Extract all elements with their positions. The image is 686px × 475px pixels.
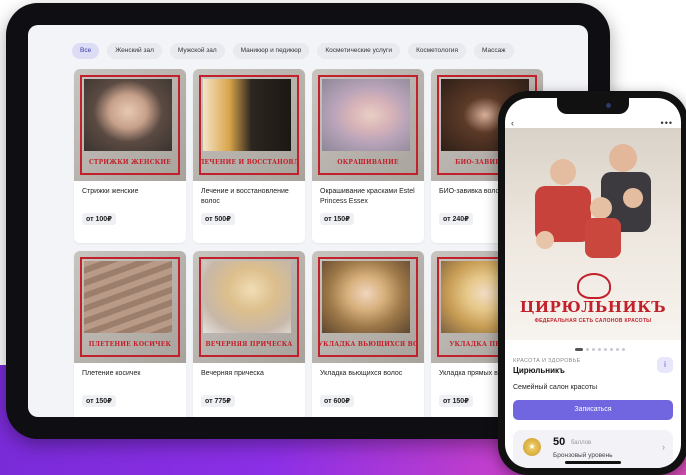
braiding-photo (84, 261, 172, 333)
service-ribbon: ЛЕЧЕНИЕ И ВОССТАНОВЛЕНИЕ (199, 159, 299, 166)
service-card[interactable]: ПЛЕТЕНИЕ КОСИЧЕК Плетение косичек от 150… (74, 251, 186, 417)
service-ribbon: СТРИЖКИ ЖЕНСКИЕ (88, 159, 172, 166)
evening-hairstyle-photo (203, 261, 291, 333)
back-icon[interactable]: ‹ (511, 118, 514, 128)
service-title: Укладка вьющихся волос (320, 370, 403, 377)
service-image: ВЕЧЕРНЯЯ ПРИЧЕСКА (193, 251, 305, 363)
service-price: от 150₽ (82, 395, 117, 407)
phone-device: ЦИРЮЛЬНИКЪ ФЕДЕРАЛЬНАЯ СЕТЬ САЛОНОВ КРАС… (498, 91, 686, 475)
service-ribbon: ОКРАШИВАНИЕ (337, 159, 399, 166)
haircut-photo (84, 79, 172, 151)
pager-dot[interactable] (598, 348, 601, 351)
brand-logo-icon (577, 273, 611, 299)
category-chip-massage[interactable]: Массаж (473, 43, 514, 59)
service-card[interactable]: УКЛАДКА ВЬЮЩИХСЯ ВОЛОС Укладка вьющихся … (312, 251, 424, 417)
loyalty-points: 50 (553, 436, 566, 448)
category-chip-cosmetology[interactable]: Косметология (408, 43, 466, 59)
service-image: ЛЕЧЕНИЕ И ВОССТАНОВЛЕНИЕ (193, 69, 305, 181)
service-price: от 150₽ (439, 395, 474, 407)
book-button[interactable]: Записаться (513, 400, 673, 420)
salon-hero-image: ЦИРЮЛЬНИКЪ ФЕДЕРАЛЬНАЯ СЕТЬ САЛОНОВ КРАС… (505, 128, 681, 340)
category-chip-all[interactable]: Все (72, 43, 100, 59)
category-chip-womens-hall[interactable]: Женский зал (107, 43, 162, 59)
pager-dot[interactable] (622, 348, 625, 351)
service-card[interactable]: СТРИЖКИ ЖЕНСКИЕ Стрижки женские от 100₽ (74, 69, 186, 243)
pager-dot[interactable] (575, 348, 583, 351)
pager-dot[interactable] (610, 348, 613, 351)
service-title: Лечение и восстановление волос (201, 188, 289, 205)
category-filter-bar: Все Женский зал Мужской зал Маникюр и пе… (72, 43, 514, 61)
category-chip-manicure[interactable]: Маникюр и педикюр (232, 43, 310, 59)
service-ribbon: ВЕЧЕРНЯЯ ПРИЧЕСКА (205, 341, 293, 348)
pager-dot[interactable] (604, 348, 607, 351)
service-ribbon: ПЛЕТЕНИЕ КОСИЧЕК (88, 341, 172, 348)
service-title: Стрижки женские (82, 188, 139, 195)
brand-logo-text: ЦИРЮЛЬНИКЪ (519, 298, 667, 316)
pager-dot[interactable] (616, 348, 619, 351)
phone-screen: ЦИРЮЛЬНИКЪ ФЕДЕРАЛЬНАЯ СЕТЬ САЛОНОВ КРАС… (505, 98, 681, 468)
more-menu-icon[interactable]: ••• (661, 118, 673, 128)
service-image: СТРИЖКИ ЖЕНСКИЕ (74, 69, 186, 181)
family-illustration (535, 144, 651, 258)
service-ribbon: УКЛАДКА ВЬЮЩИХСЯ ВОЛОС (318, 341, 418, 348)
hair-treatment-photo (203, 79, 291, 151)
salon-category: КРАСОТА И ЗДОРОВЬЕ (513, 358, 581, 364)
service-price: от 775₽ (201, 395, 236, 407)
camera-icon (606, 103, 611, 108)
service-price: от 240₽ (439, 213, 474, 225)
home-indicator (565, 461, 621, 464)
hair-coloring-photo (322, 79, 410, 151)
loyalty-level: Бронзовый уровень (553, 452, 613, 459)
salon-description: Семейный салон красоты (513, 384, 597, 391)
curly-styling-photo (322, 261, 410, 333)
category-chip-mens-hall[interactable]: Мужской зал (169, 43, 225, 59)
service-title: Плетение косичек (82, 370, 141, 377)
service-title: Вечерняя прическа (201, 370, 264, 377)
chevron-right-icon: › (662, 442, 665, 452)
brand-logo-subtitle: ФЕДЕРАЛЬНАЯ СЕТЬ САЛОНОВ КРАСОТЫ (534, 318, 652, 324)
service-card[interactable]: ОКРАШИВАНИЕ Окрашивание красками Estel P… (312, 69, 424, 243)
salon-name: Цирюльникъ (513, 366, 565, 375)
pager-dot[interactable] (592, 348, 595, 351)
info-icon[interactable]: i (657, 357, 673, 373)
service-card[interactable]: ВЕЧЕРНЯЯ ПРИЧЕСКА Вечерняя прическа от 7… (193, 251, 305, 417)
service-image: ПЛЕТЕНИЕ КОСИЧЕК (74, 251, 186, 363)
service-image: ОКРАШИВАНИЕ (312, 69, 424, 181)
service-image: УКЛАДКА ВЬЮЩИХСЯ ВОЛОС (312, 251, 424, 363)
service-title: Окрашивание красками Estel Princess Esse… (320, 188, 415, 205)
category-chip-cosmetic-services[interactable]: Косметические услуги (317, 43, 401, 59)
service-price: от 150₽ (320, 213, 355, 225)
service-price: от 100₽ (82, 213, 117, 225)
service-card[interactable]: ЛЕЧЕНИЕ И ВОССТАНОВЛЕНИЕ Лечение и восст… (193, 69, 305, 243)
service-price: от 600₽ (320, 395, 355, 407)
pager-dot[interactable] (586, 348, 589, 351)
loyalty-points-unit: баллов (571, 440, 592, 446)
carousel-pager (575, 348, 625, 351)
service-price: от 500₽ (201, 213, 236, 225)
medal-icon: ★ (523, 438, 541, 456)
phone-notch (557, 98, 629, 114)
